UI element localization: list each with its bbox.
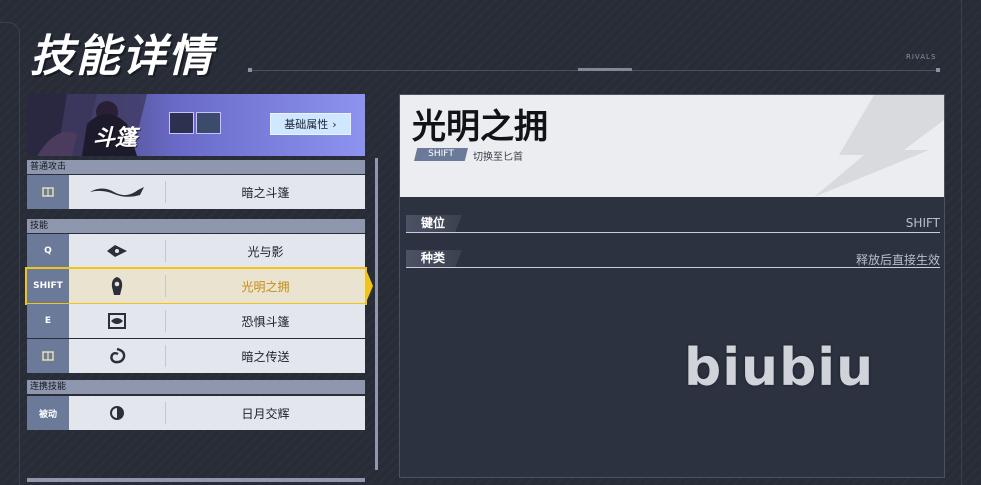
skill-key-cell: [27, 339, 69, 373]
section-header-skills: 技能: [27, 219, 365, 233]
title-line-dot-left: [248, 68, 252, 72]
teamup-portraits[interactable]: [169, 112, 221, 134]
skill-list-scrollbar[interactable]: [375, 158, 378, 470]
title-line-dot-right: [936, 68, 940, 72]
prop-value: SHIFT: [905, 216, 940, 230]
section-header-team-up: 连携技能: [27, 380, 365, 394]
skill-row-terror-cape[interactable]: E 恐惧斗篷: [27, 304, 365, 338]
skill-row-dark-teleport[interactable]: 暗之传送: [27, 339, 365, 373]
skill-name: 恐惧斗篷: [241, 314, 290, 329]
skill-icon-cell: [69, 339, 165, 373]
skill-row-dark-cloak[interactable]: 暗之斗篷: [27, 175, 365, 209]
skill-icon-cell: [69, 304, 165, 338]
skill-icon-cell: [69, 175, 165, 209]
skill-name: 日月交辉: [241, 406, 290, 421]
skill-key-cell: E: [27, 304, 69, 338]
brand-tag: RIVALS: [906, 53, 937, 61]
scrollbar-thumb[interactable]: [375, 158, 378, 470]
skill-detail-header: 光明之拥 SHIFT 切换至匕首: [400, 95, 944, 197]
key-badge: SHIFT: [414, 148, 468, 161]
left-frame-border: [0, 22, 20, 485]
base-attributes-button[interactable]: 基础属性 ›: [270, 113, 351, 135]
eye-dart-icon: [107, 245, 127, 257]
skill-icon-cell: [69, 396, 165, 430]
hero-banner: 斗篷 基础属性 ›: [27, 94, 365, 156]
hooded-figure-icon: [111, 277, 123, 295]
skill-name: 暗之斗篷: [241, 185, 290, 200]
prop-label: 键位: [406, 215, 462, 232]
lightning-bolt-icon: [814, 95, 944, 197]
skill-row-sun-moon[interactable]: 被动 日月交辉: [27, 396, 365, 430]
skill-name: 光明之拥: [241, 279, 290, 294]
skill-name: 光与影: [247, 244, 284, 259]
prop-value: 释放后直接生效: [855, 253, 940, 267]
hero-name: 斗篷: [93, 126, 138, 151]
skill-name: 暗之传送: [241, 349, 290, 364]
page-title: 技能详情: [30, 31, 214, 82]
skill-detail-panel: 光明之拥 SHIFT 切换至匕首 键位 SHIFT 种类 释放后直接生效 biu…: [399, 94, 945, 478]
prop-row-keybind: 键位 SHIFT: [406, 215, 940, 233]
eye-frame-icon: [108, 313, 126, 329]
book-icon: [42, 187, 54, 197]
section-header-normal-attack: 普通攻击: [27, 160, 365, 174]
skill-icon-cell: [69, 234, 165, 268]
skill-key-cell: 被动: [27, 396, 69, 430]
sun-moon-icon: [110, 406, 124, 420]
skill-key-cell: Q: [27, 234, 69, 268]
chevron-right-icon: ›: [332, 117, 337, 131]
skill-key-cell: SHIFT: [27, 269, 69, 303]
swirl-teleport-icon: [110, 347, 126, 364]
right-frame-border: [961, 0, 981, 485]
skill-row-embrace-of-light[interactable]: SHIFT 光明之拥: [25, 267, 373, 305]
book-icon: [42, 351, 54, 361]
teamup-portrait-1[interactable]: [169, 112, 194, 134]
list-bottom-bar: [27, 478, 365, 482]
base-attributes-label: 基础属性: [284, 118, 329, 131]
dagger-wave-icon: [90, 187, 144, 197]
skill-row-light-and-shadow[interactable]: Q 光与影: [27, 234, 365, 268]
skill-key-cell: [27, 175, 69, 209]
switch-weapon-text: 切换至匕首: [473, 152, 523, 163]
prop-label: 种类: [406, 250, 462, 267]
prop-row-type: 种类 释放后直接生效: [406, 250, 940, 268]
watermark-logo: biubiu: [684, 338, 875, 398]
teamup-portrait-2[interactable]: [196, 112, 221, 134]
skill-icon-cell: [69, 269, 165, 303]
title-line-accent: [578, 68, 632, 71]
skill-detail-title: 光明之拥: [412, 107, 548, 147]
